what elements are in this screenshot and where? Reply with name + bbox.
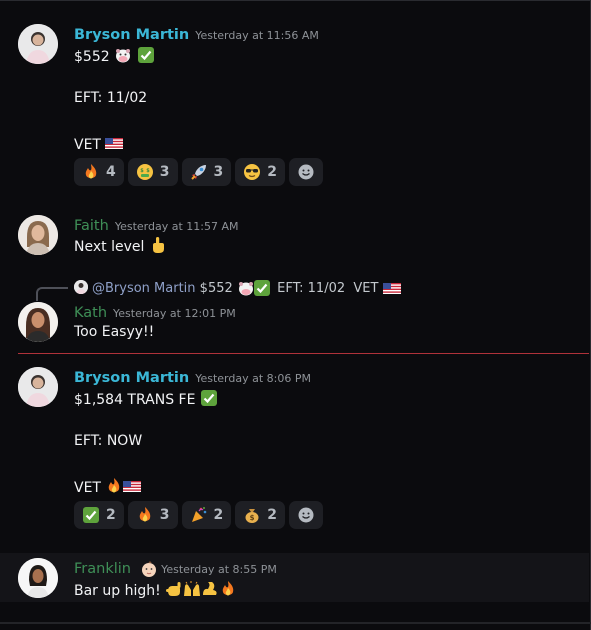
- reply-text: EFT: 11/02: [277, 281, 346, 296]
- money-bag-icon: $: [243, 506, 261, 524]
- check-mark-emoji: [200, 389, 218, 407]
- avatar-bryson[interactable]: [18, 367, 58, 407]
- reactions-bar: 4 $ $ 3 3 2: [74, 158, 323, 186]
- party-popper-icon: [190, 506, 208, 524]
- check-mark-emoji: [137, 46, 155, 64]
- us-flag-emoji: [105, 134, 124, 152]
- timestamp[interactable]: Yesterday at 11:56 AM: [195, 29, 319, 42]
- timestamp[interactable]: Yesterday at 8:55 PM: [161, 563, 277, 576]
- add-reaction-icon: [297, 506, 315, 524]
- svg-text:$: $: [140, 168, 144, 174]
- reaction-check[interactable]: 2: [74, 501, 124, 529]
- us-flag-emoji: [123, 477, 142, 495]
- check-icon: [82, 506, 100, 524]
- avatar-kath[interactable]: [18, 302, 58, 342]
- message-line: Next level: [74, 236, 167, 255]
- rocket-icon: [190, 163, 208, 181]
- timestamp[interactable]: Yesterday at 11:57 AM: [115, 220, 239, 233]
- baby-emoji: [140, 560, 157, 577]
- check-mark-emoji: [253, 279, 270, 296]
- message-line: VET: [74, 477, 142, 496]
- message-text: Next level: [74, 239, 145, 255]
- pointing-up-emoji: [149, 236, 167, 254]
- reply-avatar: [74, 280, 88, 294]
- reaction-count: 2: [106, 507, 116, 523]
- message-line: VET: [74, 134, 124, 153]
- cow-face-emoji: [237, 279, 253, 296]
- message-text: VET: [74, 137, 101, 153]
- message-header: Kath Yesterday at 12:01 PM: [74, 302, 236, 321]
- message-text: VET: [74, 480, 101, 496]
- message-header: Bryson Martin Yesterday at 11:56 AM: [74, 24, 319, 43]
- sunglasses-icon: [243, 163, 261, 181]
- message-line: EFT: NOW: [74, 433, 143, 449]
- timestamp[interactable]: Yesterday at 12:01 PM: [113, 307, 236, 320]
- reply-connector: [36, 287, 68, 301]
- message-line: Too Easyy!!: [74, 324, 155, 340]
- fire-icon: [136, 506, 154, 524]
- raising-hands-emoji: [183, 580, 201, 598]
- reply-mention[interactable]: @Bryson Martin: [92, 281, 196, 296]
- author-name[interactable]: Faith: [74, 218, 109, 234]
- chat-bottom-divider: [0, 622, 591, 624]
- new-messages-divider: [18, 353, 589, 354]
- money-mouth-icon: $ $: [136, 163, 154, 181]
- reaction-sunglasses[interactable]: 2: [235, 158, 285, 186]
- svg-text:$: $: [250, 514, 255, 522]
- reaction-count: 3: [213, 164, 224, 180]
- reactions-bar: 2 3 2 $ 2: [74, 501, 323, 529]
- svg-text:$: $: [146, 168, 150, 174]
- reaction-rocket[interactable]: 3: [181, 158, 232, 186]
- add-reaction-button[interactable]: [289, 501, 323, 529]
- fire-icon: [82, 163, 100, 181]
- message-line: Bar up high!: [74, 580, 237, 599]
- author-name[interactable]: Bryson Martin: [74, 27, 189, 43]
- reaction-count: 2: [267, 507, 277, 523]
- reaction-count: 2: [267, 164, 277, 180]
- flexed-biceps-emoji: [201, 580, 219, 598]
- call-me-hand-emoji: [165, 580, 183, 598]
- author-name[interactable]: Bryson Martin: [74, 370, 189, 386]
- avatar-bryson[interactable]: [18, 24, 58, 64]
- message-line: EFT: 11/02: [74, 90, 148, 106]
- reaction-money-bag[interactable]: $ 2: [235, 501, 285, 529]
- reaction-count: 2: [213, 507, 224, 523]
- reaction-count: 3: [159, 507, 170, 523]
- cow-face-emoji: [114, 46, 132, 64]
- reaction-fire[interactable]: 3: [127, 501, 178, 529]
- reaction-money-mouth[interactable]: $ $ 3: [127, 158, 178, 186]
- avatar-franklin[interactable]: [18, 558, 58, 598]
- reply-text: VET: [353, 281, 379, 296]
- reaction-count: 3: [159, 164, 170, 180]
- author-name[interactable]: Franklin: [74, 561, 131, 577]
- reaction-count: 4: [106, 164, 116, 180]
- avatar-faith[interactable]: [18, 215, 58, 255]
- author-name[interactable]: Kath: [74, 305, 107, 321]
- message-header: Franklin Yesterday at 8:55 PM: [74, 558, 277, 577]
- message-header: Faith Yesterday at 11:57 AM: [74, 215, 238, 234]
- reply-reference[interactable]: @Bryson Martin $552 EFT: 11/02 VET: [74, 279, 401, 296]
- reaction-party-popper[interactable]: 2: [181, 501, 232, 529]
- top-border: [0, 0, 591, 1]
- message-text: Bar up high!: [74, 583, 161, 599]
- message-text: $552: [74, 49, 110, 65]
- fire-emoji: [219, 580, 237, 598]
- message-text: $1,584 TRANS FE: [74, 392, 196, 408]
- reaction-fire[interactable]: 4: [74, 158, 124, 186]
- add-reaction-icon: [297, 163, 315, 181]
- message-header: Bryson Martin Yesterday at 8:06 PM: [74, 367, 311, 386]
- message-line: $552: [74, 46, 155, 65]
- add-reaction-button[interactable]: [289, 158, 323, 186]
- us-flag-emoji: [382, 279, 401, 295]
- timestamp[interactable]: Yesterday at 8:06 PM: [195, 372, 311, 385]
- reply-text: $552: [199, 281, 233, 296]
- message-line: $1,584 TRANS FE: [74, 389, 218, 408]
- fire-emoji: [105, 477, 123, 495]
